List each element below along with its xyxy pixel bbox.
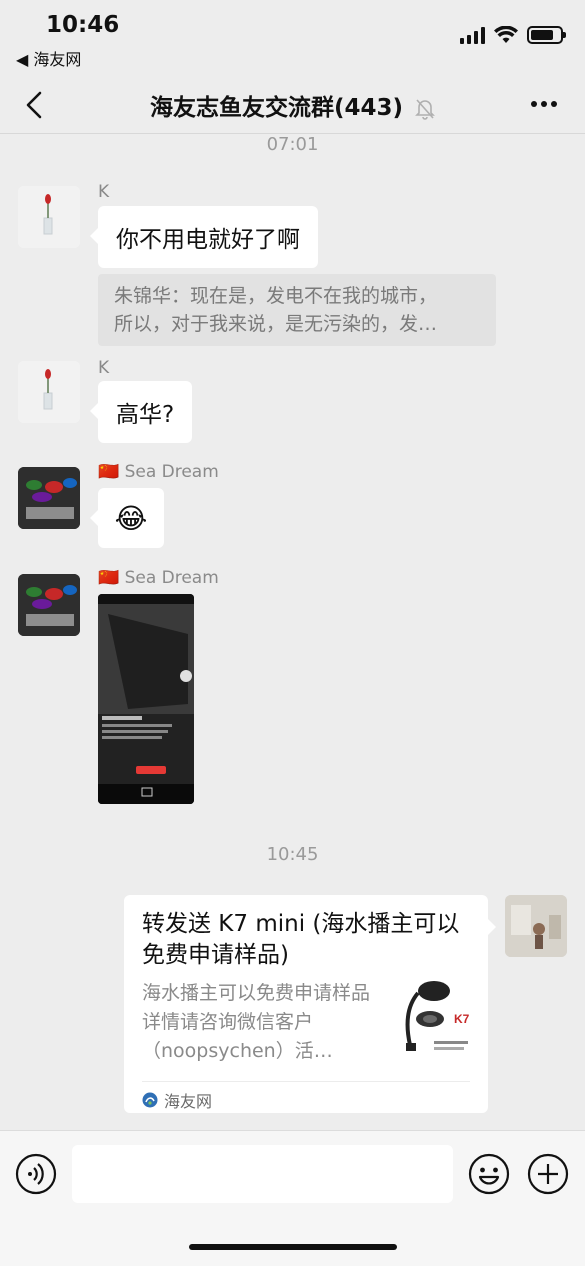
flower-vase-image [18,361,80,423]
avatar[interactable] [505,895,567,957]
add-more-icon[interactable] [527,1153,569,1195]
card-title: 转发送 K7 mini (海水播主可以免费申请样品) [142,911,460,968]
status-time: 10:46 [46,12,120,38]
card-source: 海友网 [142,1088,212,1112]
laughing-emoji: 😂 [114,501,148,535]
product-lamp-image: K7 [400,977,472,1059]
back-to-app-link[interactable]: ◀ 海友网 [16,46,81,70]
quote-line: 所以，对于我来说，是无污染的，发… [114,313,438,335]
avatar[interactable] [18,467,80,529]
video-screenshot-image [98,594,194,804]
sea-dream-image [18,467,80,529]
message-bubble[interactable]: 高华? [89,381,193,443]
message-bubble[interactable]: 你不用电就好了啊 [90,206,318,268]
avatar[interactable] [18,574,80,636]
sender-name: 🇨🇳 Sea Dream [98,568,219,588]
voice-input-icon[interactable] [15,1153,57,1195]
status-bar: 10:46 ◀ 海友网 [0,0,585,78]
avatar[interactable] [18,186,80,248]
shared-link-card[interactable]: 转发送 K7 mini (海水播主可以免费申请样品) 海水播主可以免费申请样品详… [124,895,496,1113]
sea-dream-image [18,574,80,636]
sender-name: 🇨🇳 Sea Dream [98,462,219,482]
emoji-icon[interactable] [468,1153,510,1195]
message-input[interactable] [72,1145,453,1203]
cellular-signal-icon [460,26,485,44]
card-thumbnail: K7 [400,977,472,1059]
avatar[interactable] [18,361,80,423]
source-logo-icon [142,1092,158,1108]
message-text: 高华? [116,402,175,428]
timestamp: 07:01 [266,134,319,155]
flower-vase-image [18,186,80,248]
card-description: 海水播主可以免费申请样品详情请咨询微信客户（noopsychen）活… [142,982,371,1062]
status-icons [460,26,566,44]
wifi-icon [494,26,518,43]
group-name: 海友志鱼友交流群(443) [149,95,404,121]
quoted-message[interactable]: 朱锦华：现在是，发电不在我的城市， 所以，对于我来说，是无污染的，发… [98,274,496,346]
battery-icon [527,26,566,44]
timestamp: 10:45 [266,844,319,865]
my-avatar-image [505,895,567,957]
sender-name: K [98,182,110,202]
image-message[interactable] [98,594,194,804]
mute-bell-icon [415,98,435,120]
home-indicator[interactable] [189,1244,397,1250]
thumb-brand-text: K7 [454,1012,470,1026]
emoji-bubble[interactable]: 😂 [90,488,164,548]
source-name: 海友网 [164,1092,213,1111]
message-text: 你不用电就好了啊 [116,227,300,253]
chat-header: 海友志鱼友交流群(443) [0,78,585,134]
sender-name: K [98,358,110,378]
divider [142,1081,470,1082]
chat-title: 海友志鱼友交流群(443) [0,88,585,122]
quote-line: 朱锦华：现在是，发电不在我的城市， [114,285,438,307]
more-options-icon[interactable] [529,92,559,116]
